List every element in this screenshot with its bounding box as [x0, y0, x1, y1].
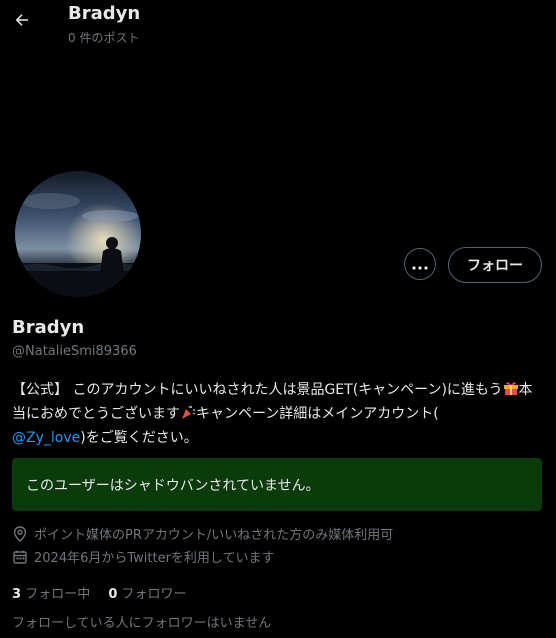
bio-text-1: 【公式】 このアカウントにいいねされた人は景品GET(キャンペーン)に進もう [12, 382, 503, 398]
back-button[interactable] [8, 4, 36, 40]
username-handle: @NatalieSmi89366 [12, 344, 137, 359]
mention-link[interactable]: @Zy_love [12, 430, 80, 446]
location-text: ポイント媒体のPRアカウント/いいねされた方のみ媒体利用可 [34, 528, 394, 543]
display-name: Bradyn [12, 317, 85, 338]
shadowban-status-banner: このユーザーはシャドウバンされていません。 [12, 458, 542, 511]
header-title: Bradyn [68, 3, 141, 24]
calendar-icon [12, 549, 28, 565]
location-pin-icon [12, 525, 28, 542]
party-popper-emoji-icon [180, 404, 196, 427]
following-link[interactable]: 3 フォロー中 [12, 587, 94, 602]
avatar[interactable] [15, 171, 141, 297]
joined-date-text: 2024年6月からTwitterを利用しています [34, 551, 275, 566]
post-count: 0 件のポスト [68, 31, 140, 45]
profile-bio: 【公式】 このアカウントにいいねされた人は景品GET(キャンペーン)に進もう 本… [12, 379, 546, 449]
joined-row: 2024年6月からTwitterを利用しています [12, 547, 275, 566]
ellipsis-icon [412, 255, 428, 274]
arrow-left-icon [13, 11, 31, 33]
followers-label: フォロワー [121, 587, 187, 602]
bio-text-3: キャンペーン詳細はメインアカウント( [196, 406, 439, 422]
followers-count: 0 [108, 587, 118, 602]
following-label: フォロー中 [25, 587, 91, 602]
follow-stats: 3 フォロー中 0 フォロワー [12, 583, 187, 602]
location-row: ポイント媒体のPRアカウント/いいねされた方のみ媒体利用可 [12, 524, 393, 543]
follow-button[interactable]: フォロー [448, 247, 542, 283]
following-count: 3 [12, 587, 22, 602]
followers-link[interactable]: 0 フォロワー [108, 587, 186, 602]
bio-text-4: )をご覧ください。 [80, 430, 198, 446]
profile-header: Bradyn 0 件のポスト [0, 0, 556, 48]
gift-emoji-icon [503, 380, 519, 403]
more-button[interactable] [404, 248, 436, 280]
shadowban-status-text: このユーザーはシャドウバンされていません。 [26, 477, 320, 494]
followed-by-note: フォローしている人にフォロワーはいません [12, 616, 272, 631]
